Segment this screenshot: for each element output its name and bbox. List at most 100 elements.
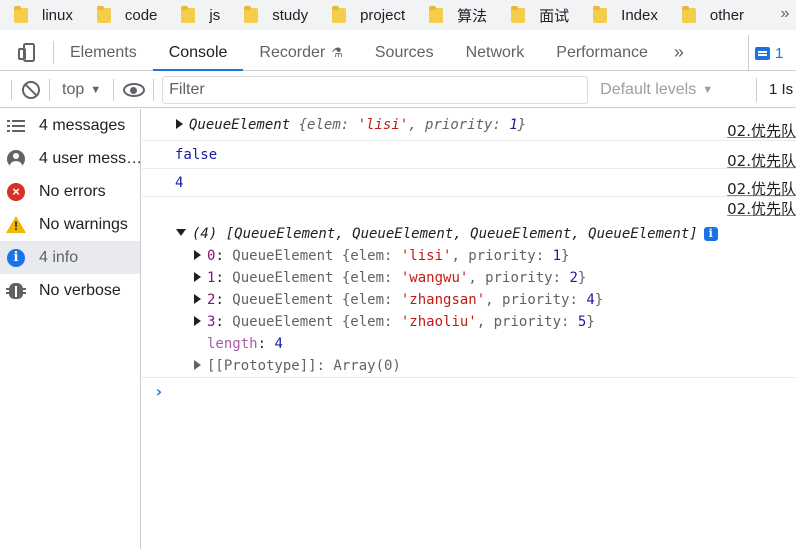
info-icon[interactable]: i	[703, 227, 718, 241]
bookmark-other[interactable]: other	[668, 0, 754, 30]
colon: :	[215, 270, 233, 286]
bookmark-study[interactable]: study	[230, 0, 318, 30]
tab-elements[interactable]: Elements	[54, 35, 153, 70]
array-prototype[interactable]: [[Prototype]]: Array(0)	[176, 355, 796, 377]
bookmark-label: other	[709, 6, 745, 24]
bookmark-label: linux	[42, 6, 73, 24]
collapse-arrow-icon[interactable]	[176, 229, 186, 236]
tab-sources[interactable]: Sources	[359, 35, 450, 70]
sidebar-item-errors[interactable]: × No errors	[0, 175, 140, 208]
object-class: QueueElement {elem:	[232, 292, 401, 308]
folder-icon	[96, 5, 111, 23]
array-summary[interactable]: (4) [QueueElement, QueueElement, QueueEl…	[176, 223, 796, 245]
bookmarks-bar: linux code js study project 算法 面试 Index …	[0, 0, 796, 30]
issues-button[interactable]: 1 Is	[756, 78, 796, 102]
expand-arrow-icon[interactable]	[194, 272, 201, 282]
sidebar-item-user-messages[interactable]: 4 user mess…	[0, 142, 140, 175]
comma: , priority:	[451, 248, 553, 264]
folder-icon	[511, 5, 526, 23]
expand-arrow-icon[interactable]	[194, 316, 201, 326]
bookmark-project[interactable]: project	[318, 0, 415, 30]
bookmark-interview[interactable]: 面试	[497, 0, 579, 30]
folder-icon	[14, 5, 28, 23]
device-toolbar-button[interactable]	[0, 41, 54, 64]
more-tabs-icon[interactable]: »	[664, 35, 694, 70]
bookmark-linux[interactable]: linux	[0, 0, 83, 30]
brace: }	[517, 117, 527, 133]
tab-console[interactable]: Console	[152, 35, 244, 71]
folder-icon	[681, 5, 696, 23]
colon: :	[215, 314, 233, 330]
console-message: QueueElement {elem: 'lisi', priority: 1}…	[142, 109, 796, 141]
folder-icon	[429, 5, 444, 23]
sidebar-item-warnings[interactable]: No warnings	[0, 208, 140, 241]
array-item[interactable]: 3: QueueElement {elem: 'zhaoliu', priori…	[176, 311, 796, 333]
bookmark-index[interactable]: Index	[579, 0, 668, 30]
comma: , priority:	[485, 292, 587, 308]
array-item[interactable]: 2: QueueElement {elem: 'zhangsan', prior…	[176, 289, 796, 311]
sidebar-item-label: No errors	[39, 182, 106, 200]
bookmark-algorithm[interactable]: 算法	[415, 0, 497, 30]
tab-recorder[interactable]: Recorder ⚗	[243, 35, 358, 70]
context-label: top	[62, 80, 85, 98]
devtools-tab-bar: Elements Console Recorder ⚗ Sources Netwo…	[0, 35, 796, 71]
issues-icon	[755, 46, 770, 60]
console-prompt-icon[interactable]: ›	[154, 382, 164, 401]
console-message: false 02.优先队	[142, 141, 796, 170]
console-output: QueueElement {elem: 'lisi' , priority: 1}…	[142, 109, 796, 549]
log-levels-dropdown[interactable]: Default levels ▼	[600, 81, 713, 99]
sidebar-item-label: 4 info	[39, 248, 79, 266]
expand-arrow-icon[interactable]	[194, 294, 201, 304]
bookmark-label: 面试	[539, 7, 570, 25]
context-selector[interactable]: top ▼	[50, 78, 115, 101]
property-key: priority	[425, 117, 493, 133]
source-link[interactable]: 02.优先队	[727, 198, 796, 219]
sidebar-toggle-button[interactable]	[0, 79, 12, 100]
filter-input[interactable]	[162, 75, 589, 104]
issues-count: 1	[775, 44, 784, 62]
sidebar-item-label: 4 user mess…	[39, 149, 140, 167]
issues-counter[interactable]: 1	[748, 35, 796, 71]
levels-label: Default levels	[600, 80, 697, 98]
sidebar-item-verbose[interactable]: No verbose	[0, 274, 140, 307]
tab-performance[interactable]: Performance	[540, 35, 664, 70]
array-item[interactable]: 0: QueueElement {elem: 'lisi', priority:…	[176, 245, 796, 267]
console-message: 4 02.优先队	[142, 169, 796, 198]
object-class: QueueElement	[189, 117, 291, 133]
colon: :	[492, 117, 510, 133]
eye-icon	[122, 82, 145, 97]
sidebar-item-label: 4 messages	[39, 116, 126, 134]
property-key: elem	[307, 117, 341, 133]
object-class: QueueElement {elem:	[232, 270, 401, 286]
length-key: length	[207, 336, 258, 352]
bug-icon	[6, 282, 26, 300]
string-value: 'lisi'	[357, 117, 409, 133]
sidebar-item-messages[interactable]: 4 messages	[0, 109, 140, 142]
folder-icon	[593, 5, 608, 23]
live-expression-button[interactable]	[114, 78, 155, 101]
number-value: 4	[175, 175, 184, 191]
expand-arrow-icon[interactable]	[194, 250, 201, 260]
number-value: 1	[552, 248, 562, 264]
expand-arrow-icon[interactable]	[194, 360, 201, 370]
bookmark-label: code	[124, 6, 158, 24]
folder-icon	[181, 5, 196, 23]
object-class: QueueElement {elem:	[232, 248, 401, 264]
bookmark-js[interactable]: js	[167, 0, 230, 30]
brace: }	[577, 270, 587, 286]
number-value: 1	[509, 117, 518, 133]
tab-label: Performance	[556, 43, 648, 61]
expand-arrow-icon[interactable]	[176, 119, 183, 129]
issues-badge: 1	[755, 45, 783, 62]
bookmarks-more-icon[interactable]: »	[774, 0, 796, 30]
tab-network[interactable]: Network	[450, 35, 541, 70]
sidebar-item-label: No verbose	[39, 281, 121, 299]
list-icon	[7, 117, 25, 135]
array-item[interactable]: 1: QueueElement {elem: 'wangwu', priorit…	[176, 267, 796, 289]
brace: }	[561, 248, 570, 264]
comma: , priority:	[476, 314, 578, 330]
clear-console-button[interactable]	[12, 78, 50, 101]
tab-label: Recorder	[259, 43, 326, 61]
bookmark-code[interactable]: code	[83, 0, 168, 30]
sidebar-item-info[interactable]: i 4 info	[0, 241, 140, 274]
